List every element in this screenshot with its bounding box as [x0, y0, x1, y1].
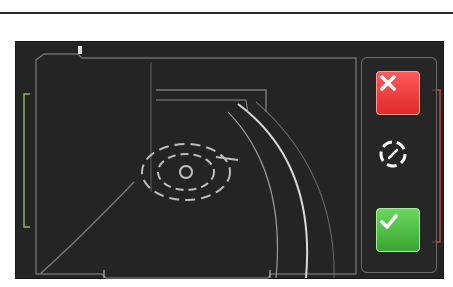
check-icon [380, 214, 398, 229]
bottom-bracket [103, 270, 271, 278]
left-diagonal [39, 181, 135, 275]
recenter-button[interactable] [376, 137, 420, 181]
lens-curve-inner [227, 111, 279, 279]
target-reticle [141, 143, 239, 201]
top-divider [0, 12, 453, 14]
recenter-icon [379, 140, 407, 168]
housing-mid [156, 99, 249, 113]
camera-viewport[interactable] [15, 41, 444, 279]
cancel-button[interactable] [376, 71, 420, 115]
top-marker [78, 46, 82, 54]
lens-curve-outer [237, 103, 309, 279]
confirm-button[interactable] [376, 208, 420, 252]
close-icon [380, 75, 396, 91]
housing-top [156, 89, 267, 112]
lens-curve-far [255, 101, 335, 279]
left-bracket [23, 93, 30, 228]
